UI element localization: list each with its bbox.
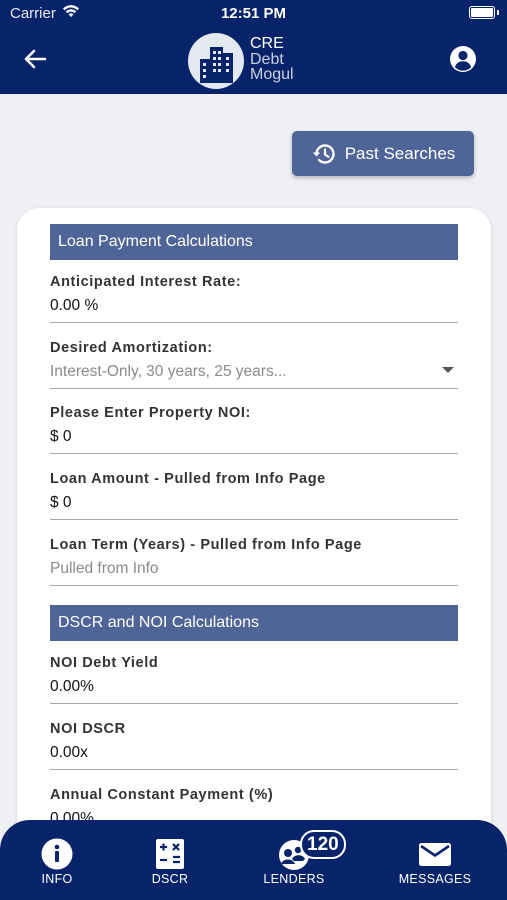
- field-underline: [50, 322, 458, 323]
- bottom-tab-bar: INFO DSCR LENDERS 120 MESSAGES: [0, 820, 507, 900]
- tab-info-label: INFO: [41, 872, 73, 886]
- loan-term-value: Pulled from Info: [50, 560, 159, 577]
- tab-dscr-label: DSCR: [151, 872, 189, 886]
- noi-dscr-value: 0.00x: [50, 744, 88, 761]
- app-header: Carrier 12:51 PM CRE Debt Mogul: [0, 0, 507, 94]
- lenders-count-badge: 120: [300, 830, 346, 859]
- logo-line-mogul: Mogul: [250, 66, 294, 83]
- field-label: Desired Amortization:: [50, 340, 213, 356]
- building-icon: [188, 33, 244, 89]
- status-bar: Carrier 12:51 PM: [0, 0, 507, 28]
- battery-icon: [469, 6, 499, 19]
- amortization-placeholder[interactable]: Interest-Only, 30 years, 25 years...: [50, 363, 458, 385]
- clock: 12:51 PM: [220, 5, 287, 22]
- tab-messages-label: MESSAGES: [398, 872, 472, 886]
- field-underline: [50, 769, 458, 770]
- field-underline: [50, 388, 458, 389]
- tab-lenders-label: LENDERS: [263, 872, 325, 886]
- noi-dscr-field: NOI DSCR 0.00x: [50, 721, 458, 770]
- past-searches-button[interactable]: Past Searches: [292, 131, 474, 176]
- amortization-select[interactable]: Desired Amortization: Interest-Only, 30 …: [50, 340, 458, 389]
- mail-icon: [419, 843, 451, 866]
- field-label: Loan Amount - Pulled from Info Page: [50, 471, 326, 487]
- chevron-down-icon[interactable]: [442, 367, 454, 373]
- field-underline: [50, 703, 458, 704]
- user-icon: [450, 46, 476, 72]
- loan-amount-value: $ 0: [50, 494, 72, 511]
- info-icon: [41, 838, 73, 870]
- loan-amount-field: Loan Amount - Pulled from Info Page $ 0: [50, 471, 458, 520]
- property-noi-input[interactable]: $ 0: [50, 428, 458, 450]
- property-noi-field[interactable]: Please Enter Property NOI: $ 0: [50, 405, 458, 454]
- noi-debt-yield-field: NOI Debt Yield 0.00%: [50, 655, 458, 704]
- tab-messages[interactable]: MESSAGES: [393, 820, 477, 900]
- field-underline: [50, 453, 458, 454]
- field-label: Loan Term (Years) - Pulled from Info Pag…: [50, 537, 362, 553]
- field-label: Annual Constant Payment (%): [50, 787, 274, 803]
- calculator-icon: [156, 839, 184, 869]
- dscr-noi-section-header: DSCR and NOI Calculations: [50, 605, 458, 641]
- logo-line-debt: Debt: [250, 50, 284, 68]
- logo-line-cre: CRE: [250, 35, 284, 52]
- field-label: NOI Debt Yield: [50, 655, 159, 671]
- field-underline: [50, 585, 458, 586]
- field-underline: [50, 519, 458, 520]
- field-label: Anticipated Interest Rate:: [50, 274, 242, 290]
- app-logo: CRE Debt Mogul: [188, 33, 308, 89]
- tab-info[interactable]: INFO: [17, 820, 97, 900]
- account-button[interactable]: [449, 45, 477, 73]
- logo-text: CRE Debt Mogul: [250, 36, 294, 83]
- interest-rate-input[interactable]: 0.00 %: [50, 297, 458, 319]
- arrow-left-icon: [24, 49, 47, 69]
- noi-debt-yield-value: 0.00%: [50, 678, 94, 695]
- loan-payment-section-header: Loan Payment Calculations: [50, 224, 458, 260]
- interest-rate-field[interactable]: Anticipated Interest Rate: 0.00 %: [50, 274, 458, 323]
- back-button[interactable]: [18, 44, 52, 74]
- loan-term-field: Loan Term (Years) - Pulled from Info Pag…: [50, 537, 458, 586]
- field-label: Please Enter Property NOI:: [50, 405, 251, 421]
- field-label: NOI DSCR: [50, 721, 126, 737]
- history-icon: [312, 143, 335, 164]
- tab-dscr[interactable]: DSCR: [130, 820, 210, 900]
- past-searches-label: Past Searches: [344, 143, 456, 163]
